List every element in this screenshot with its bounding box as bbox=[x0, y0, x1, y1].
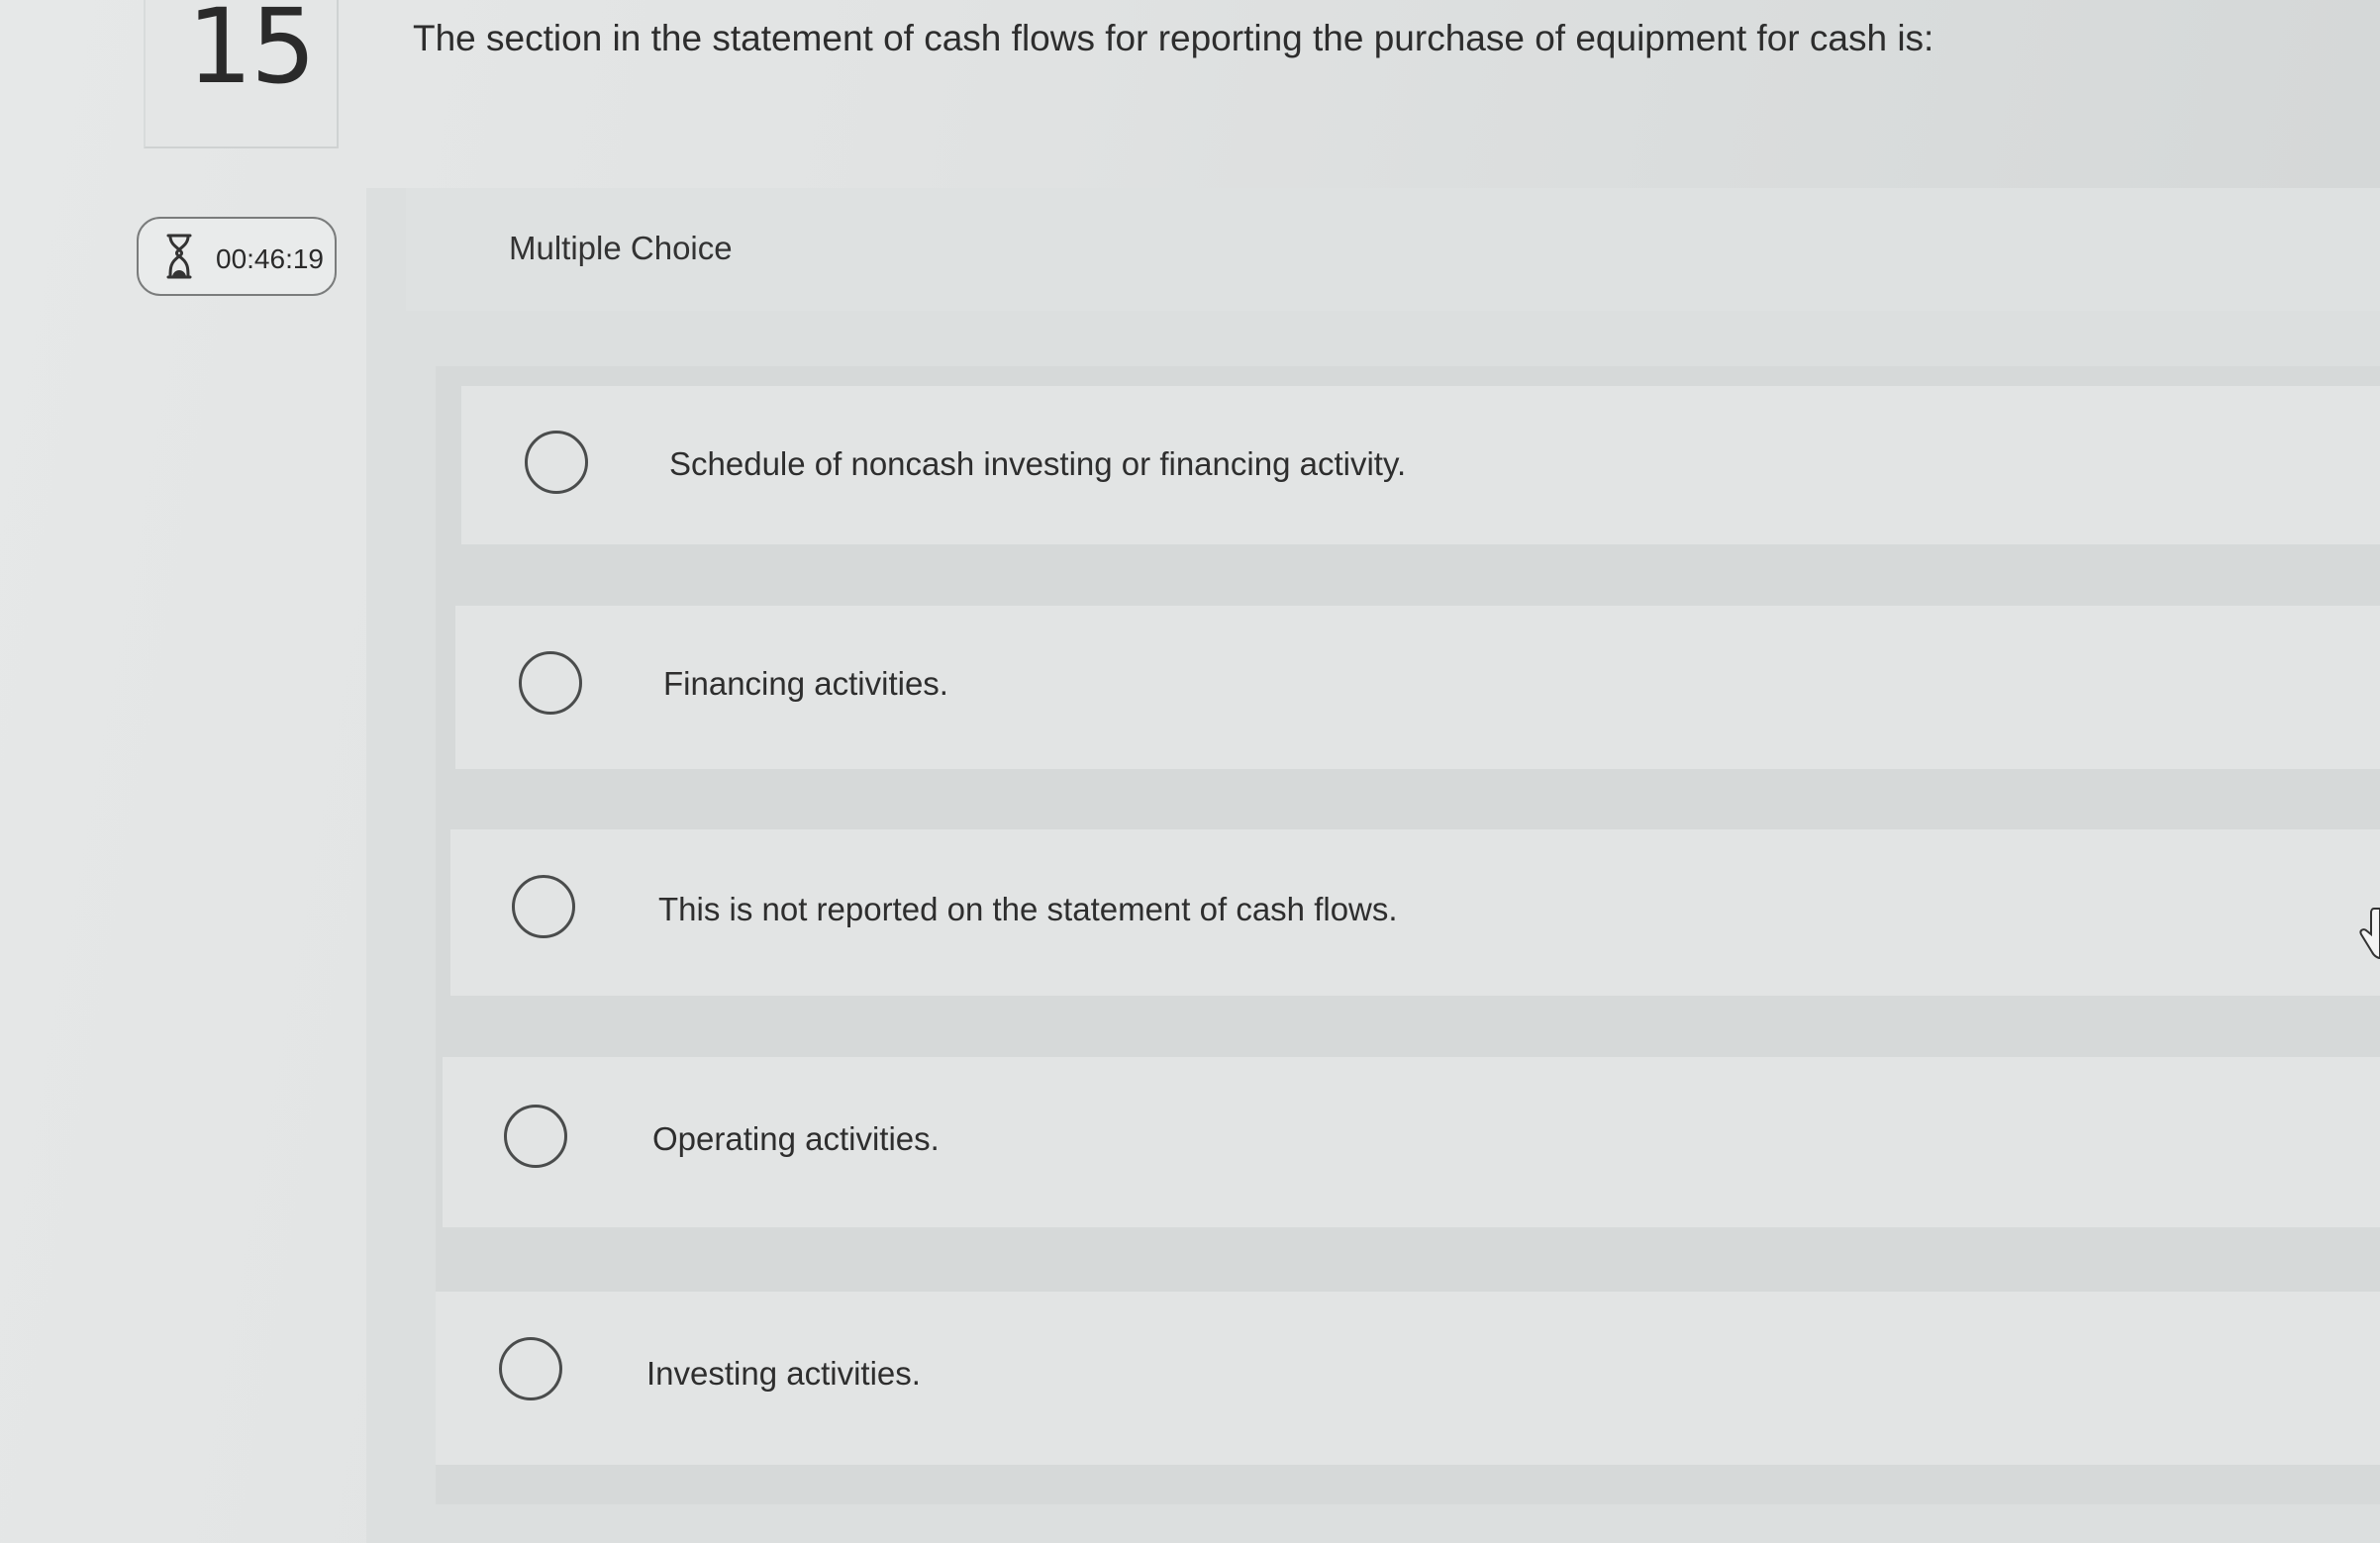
radio-button[interactable] bbox=[504, 1105, 567, 1168]
answer-option-label: This is not reported on the statement of… bbox=[658, 891, 1398, 927]
timer-badge[interactable]: 00:46:19 bbox=[137, 217, 337, 296]
answer-option-label: Schedule of noncash investing or financi… bbox=[669, 445, 1407, 482]
answer-option[interactable]: Schedule of noncash investing or financi… bbox=[461, 386, 2380, 544]
answer-option[interactable]: Financing activities. bbox=[455, 606, 2380, 769]
timer-value: 00:46:19 bbox=[216, 243, 324, 274]
question-text: The section in the statement of cash flo… bbox=[413, 18, 1934, 58]
question-number-box: 15 bbox=[144, 0, 339, 148]
answer-option[interactable]: Investing activities. bbox=[436, 1292, 2380, 1465]
hourglass-icon bbox=[166, 234, 192, 279]
answer-option[interactable]: Operating activities. bbox=[443, 1057, 2380, 1227]
answer-option-label: Financing activities. bbox=[663, 665, 948, 702]
radio-button[interactable] bbox=[499, 1337, 562, 1400]
answer-option-label: Operating activities. bbox=[652, 1120, 940, 1157]
question-number: 15 bbox=[187, 0, 316, 107]
answer-option[interactable]: This is not reported on the statement of… bbox=[450, 829, 2380, 996]
hand-cursor-icon bbox=[2359, 908, 2380, 960]
answer-option-label: Investing activities. bbox=[646, 1355, 921, 1392]
radio-button[interactable] bbox=[525, 431, 588, 494]
radio-button[interactable] bbox=[519, 651, 582, 715]
question-type-label: Multiple Choice bbox=[509, 230, 733, 266]
radio-button[interactable] bbox=[512, 875, 575, 938]
